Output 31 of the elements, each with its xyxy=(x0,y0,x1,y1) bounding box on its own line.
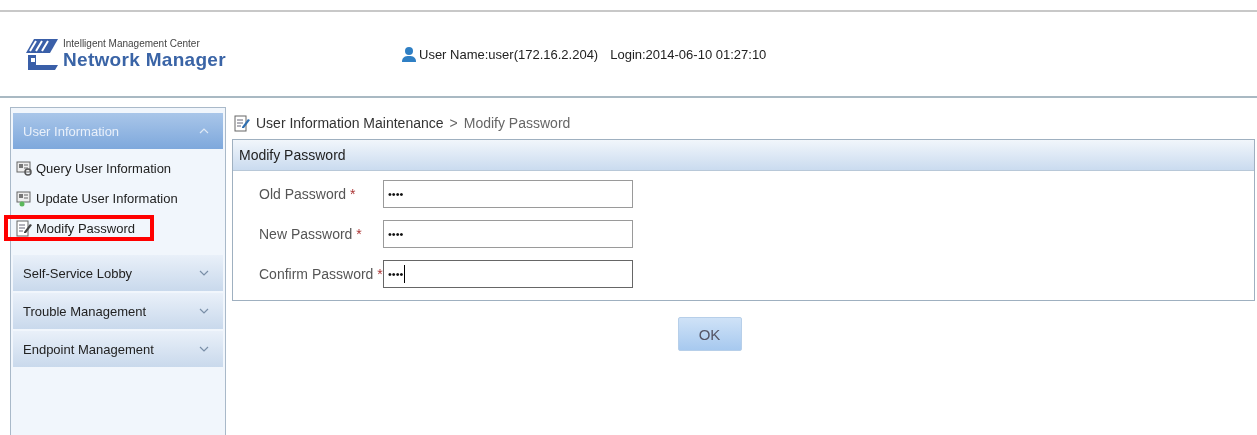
section-header[interactable]: Trouble Management xyxy=(13,293,223,329)
chevron-icon xyxy=(199,308,209,314)
product-subtitle: Intelligent Management Center xyxy=(63,37,201,49)
password-field[interactable]: •••• xyxy=(383,180,633,208)
chevron-icon xyxy=(199,270,209,276)
user-name-text: User Name:user(172.16.2.204) xyxy=(419,46,599,62)
chevron-icon xyxy=(199,346,209,352)
section-header[interactable]: Self-Service Lobby xyxy=(13,255,223,291)
field-label: New Password * xyxy=(259,226,363,242)
edit-icon xyxy=(16,219,32,237)
breadcrumb-current: Modify Password xyxy=(463,115,571,131)
panel-title: Modify Password xyxy=(233,140,1254,171)
sidebar-item[interactable]: Query User Information xyxy=(16,153,223,183)
breadcrumb-link[interactable]: User Information Maintenance xyxy=(256,115,444,131)
ok-button[interactable]: OK xyxy=(677,317,742,351)
field-label: Confirm Password * xyxy=(259,266,383,282)
chevron-icon xyxy=(199,128,209,134)
edit-icon xyxy=(234,114,250,132)
breadcrumb-separator: > xyxy=(449,115,458,131)
password-field[interactable]: •••• xyxy=(383,260,633,288)
sidebar-item[interactable]: Update User Information xyxy=(16,183,223,213)
logo-icon xyxy=(24,37,60,71)
card-icon xyxy=(16,189,32,207)
user-icon xyxy=(401,46,417,62)
sidebar-item[interactable]: Modify Password xyxy=(4,215,154,241)
card-search-icon xyxy=(16,159,32,177)
password-field[interactable]: •••• xyxy=(383,220,633,248)
section-header[interactable]: Endpoint Management xyxy=(13,331,223,367)
field-label: Old Password * xyxy=(259,186,357,202)
product-title: Network Manager xyxy=(63,48,226,71)
login-time-text: Login:2014-06-10 01:27:10 xyxy=(610,46,767,62)
